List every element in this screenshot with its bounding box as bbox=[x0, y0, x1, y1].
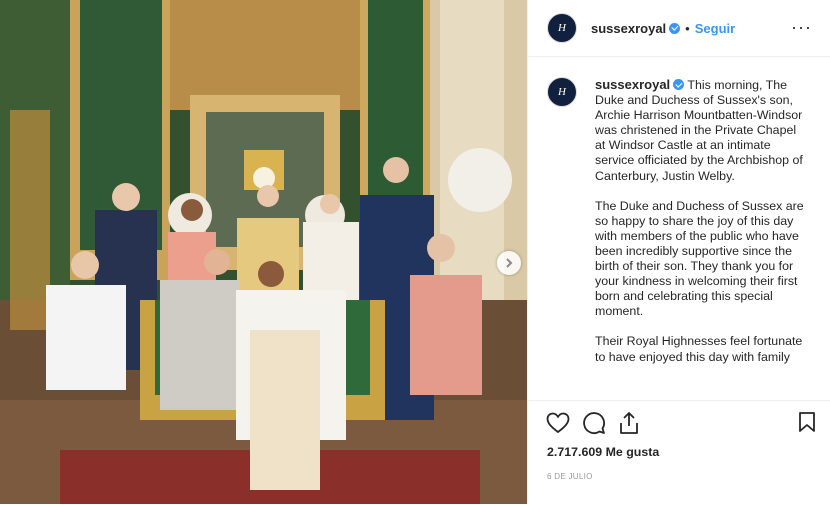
post-side-panel: H sussexroyal • Seguir ··· H sussexroyal… bbox=[527, 0, 830, 504]
caption-username[interactable]: sussexroyal bbox=[595, 77, 670, 92]
post-date[interactable]: 6 DE JULIO bbox=[528, 459, 830, 481]
instagram-post: H sussexroyal • Seguir ··· H sussexroyal… bbox=[0, 0, 830, 504]
caption-text: sussexroyal This morning, The Duke and D… bbox=[595, 77, 805, 380]
like-button[interactable] bbox=[546, 412, 570, 434]
follow-button[interactable]: Seguir bbox=[695, 21, 735, 36]
caption-row: H sussexroyal This morning, The Duke and… bbox=[528, 57, 830, 380]
avatar[interactable]: H bbox=[547, 13, 577, 43]
likes-count[interactable]: 2.717.609 Me gusta bbox=[528, 437, 830, 459]
avatar-monogram: H bbox=[558, 86, 566, 98]
comment-button[interactable] bbox=[582, 411, 606, 435]
share-button[interactable] bbox=[618, 411, 640, 435]
post-actions: 2.717.609 Me gusta 6 DE JULIO bbox=[528, 400, 830, 505]
caption-area[interactable]: H sussexroyal This morning, The Duke and… bbox=[528, 57, 830, 400]
caption-paragraph-2: The Duke and Duchess of Sussex are so ha… bbox=[595, 198, 804, 319]
share-icon bbox=[620, 412, 638, 434]
bookmark-icon bbox=[799, 412, 815, 432]
action-icons bbox=[528, 401, 830, 437]
chevron-right-icon bbox=[506, 258, 513, 268]
separator-dot: • bbox=[685, 20, 690, 36]
verified-icon bbox=[673, 79, 685, 90]
caption-avatar[interactable]: H bbox=[547, 77, 577, 107]
caption-paragraph-1: sussexroyal This morning, The Duke and D… bbox=[595, 77, 805, 184]
avatar-monogram: H bbox=[558, 22, 566, 34]
header-username[interactable]: sussexroyal bbox=[591, 21, 666, 36]
verified-icon bbox=[669, 22, 681, 34]
comment-icon bbox=[583, 412, 605, 434]
next-photo-button[interactable] bbox=[497, 251, 521, 275]
family-photo-image bbox=[0, 0, 527, 504]
caption-paragraph-text: This morning, The Duke and Duchess of Su… bbox=[595, 78, 803, 183]
post-photo[interactable] bbox=[0, 0, 527, 504]
heart-icon bbox=[546, 412, 570, 434]
more-options-icon[interactable]: ··· bbox=[791, 17, 812, 38]
caption-paragraph-3: Their Royal Highnesses feel fortunate to… bbox=[595, 334, 803, 364]
save-button[interactable] bbox=[798, 411, 816, 438]
post-header: H sussexroyal • Seguir ··· bbox=[528, 0, 830, 57]
